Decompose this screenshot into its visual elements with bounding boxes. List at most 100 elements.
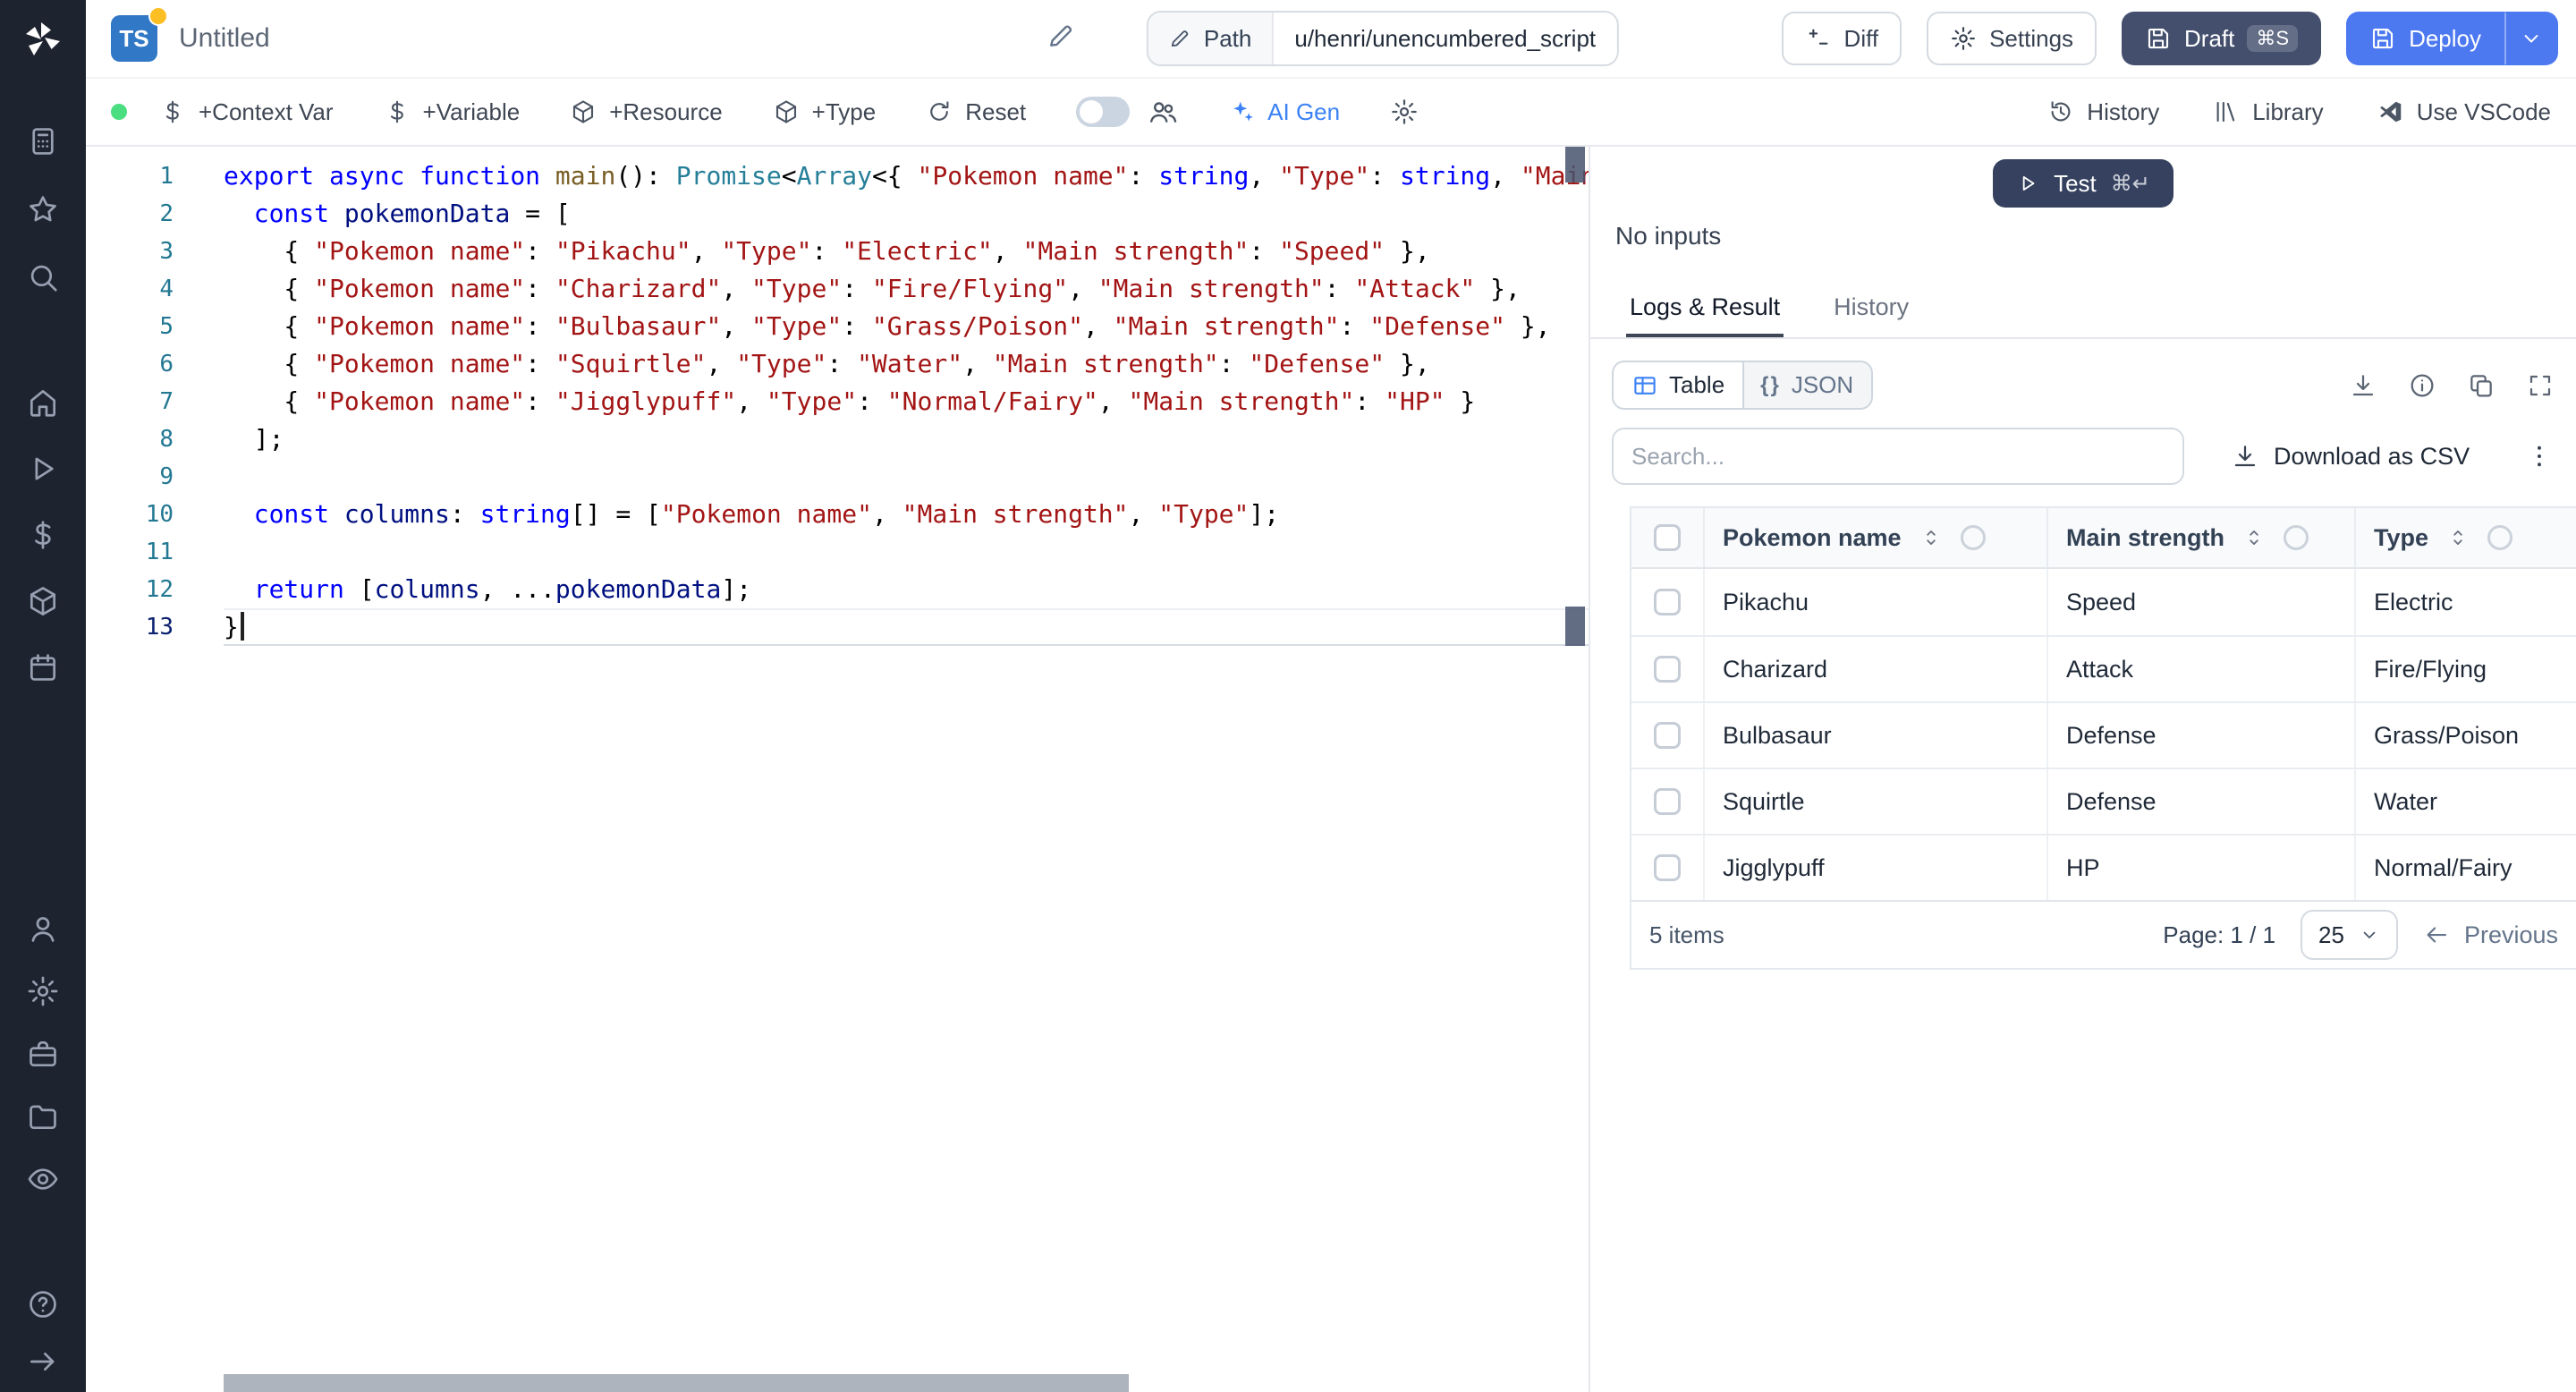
sort-icon[interactable] <box>1919 526 1943 549</box>
add-resource-button[interactable]: +Resource <box>570 98 723 126</box>
code-line[interactable]: 2 const pokemonData = [ <box>86 195 1589 233</box>
result-table: Pokemon name Main strength Type Pikachu Spe… <box>1630 506 2576 970</box>
line-number: 1 <box>159 163 174 190</box>
path-button-label: Path <box>1203 24 1252 52</box>
resources-icon[interactable] <box>23 581 63 621</box>
table-cell: Electric <box>2354 569 2576 635</box>
runs-icon[interactable] <box>23 449 63 488</box>
code-line[interactable]: 7 { "Pokemon name": "Jigglypuff", "Type"… <box>86 383 1589 420</box>
test-button[interactable]: Test ⌘↵ <box>1993 159 2174 208</box>
star-icon[interactable] <box>23 190 63 229</box>
typescript-badge-label: TS <box>119 24 149 52</box>
code-line[interactable]: 6 { "Pokemon name": "Squirtle", "Type": … <box>86 345 1589 383</box>
download-result-button[interactable] <box>2349 371 2377 400</box>
draft-button[interactable]: Draft ⌘S <box>2122 12 2322 65</box>
deploy-dropdown-button[interactable] <box>2504 12 2558 65</box>
editor-horizontal-scrollbar[interactable] <box>86 1374 1589 1392</box>
folders-icon[interactable] <box>23 1097 63 1136</box>
tab-logs-result[interactable]: Logs & Result <box>1626 279 1784 337</box>
column-toggle[interactable] <box>1960 525 1986 550</box>
expand-result-button[interactable] <box>2526 371 2555 400</box>
table-menu-button[interactable] <box>2524 441 2555 471</box>
audit-logs-icon[interactable] <box>23 1159 63 1199</box>
run-panel-header: Test ⌘↵ <box>1590 147 2576 215</box>
add-type-button[interactable]: +Type <box>773 98 876 126</box>
search-icon[interactable] <box>23 258 63 297</box>
reset-button[interactable]: Reset <box>926 98 1026 126</box>
row-checkbox[interactable] <box>1654 854 1681 881</box>
settings-button[interactable]: Settings <box>1927 12 2097 65</box>
column-header[interactable]: Main strength <box>2066 524 2224 552</box>
library-button[interactable]: Library <box>2213 98 2324 126</box>
line-number: 12 <box>145 576 174 603</box>
line-number: 6 <box>159 351 174 378</box>
code-line[interactable]: 5 { "Pokemon name": "Bulbasaur", "Type":… <box>86 308 1589 345</box>
code-line[interactable]: 1 export async function main(): Promise<A… <box>86 157 1589 195</box>
use-vscode-button[interactable]: Use VSCode <box>2377 98 2551 126</box>
table-row[interactable]: Pikachu Speed Electric <box>1631 569 2576 635</box>
calculator-icon[interactable] <box>23 122 63 161</box>
home-icon[interactable] <box>23 383 63 422</box>
workers-icon[interactable] <box>23 1034 63 1074</box>
edit-summary-button[interactable] <box>1043 21 1079 56</box>
add-context-var-button[interactable]: +Context Var <box>159 98 334 126</box>
users-icon[interactable] <box>23 909 63 948</box>
copy-result-button[interactable] <box>2467 371 2496 400</box>
code-line[interactable]: 9 <box>86 458 1589 496</box>
sort-icon[interactable] <box>2242 526 2266 549</box>
cube-icon <box>773 98 800 125</box>
column-toggle[interactable] <box>2284 525 2309 550</box>
column-header[interactable]: Type <box>2374 524 2428 552</box>
table-row[interactable]: Squirtle Defense Water <box>1631 768 2576 834</box>
column-header[interactable]: Pokemon name <box>1723 524 1902 552</box>
table-row[interactable]: Jigglypuff HP Normal/Fairy <box>1631 834 2576 900</box>
multiplayer-toggle[interactable] <box>1076 97 1131 127</box>
deploy-button[interactable]: Deploy <box>2346 12 2504 65</box>
code-line[interactable]: 13} <box>86 608 1589 646</box>
test-label: Test <box>2054 169 2097 197</box>
sort-icon[interactable] <box>2446 526 2470 549</box>
topbar: TS Untitled Path u/henri/unencumbered_sc… <box>86 0 2576 79</box>
path-value[interactable]: u/henri/unencumbered_script <box>1273 25 1617 53</box>
page-size-select[interactable]: 25 <box>2301 910 2398 960</box>
table-row[interactable]: Bulbasaur Defense Grass/Poison <box>1631 701 2576 768</box>
add-variable-button[interactable]: +Variable <box>384 98 520 126</box>
collapse-sidebar-icon[interactable] <box>23 1342 63 1381</box>
help-icon[interactable] <box>23 1285 63 1324</box>
view-table-button[interactable]: Table <box>1614 362 1743 408</box>
play-icon <box>2016 172 2039 195</box>
row-checkbox[interactable] <box>1654 788 1681 815</box>
windmill-logo[interactable] <box>21 18 64 61</box>
tab-history[interactable]: History <box>1830 279 1912 337</box>
schedules-icon[interactable] <box>23 648 63 687</box>
code-line[interactable]: 12 return [columns, ...pokemonData]; <box>86 571 1589 608</box>
code-editor[interactable]: 1 export async function main(): Promise<A… <box>86 147 1589 1392</box>
column-toggle[interactable] <box>2487 525 2513 550</box>
table-row[interactable]: Charizard Attack Fire/Flying <box>1631 635 2576 701</box>
settings-icon[interactable] <box>23 972 63 1011</box>
code-line[interactable]: 11 <box>86 533 1589 571</box>
row-checkbox[interactable] <box>1654 589 1681 615</box>
code-line[interactable]: 10 const columns: string[] = ["Pokemon n… <box>86 496 1589 533</box>
download-csv-button[interactable]: Download as CSV <box>2231 442 2470 471</box>
row-checkbox[interactable] <box>1654 656 1681 683</box>
chevron-down-icon <box>2359 924 2380 946</box>
toolbar-right-items: History Library Use VSCode <box>2047 98 2551 126</box>
variables-icon[interactable] <box>23 515 63 555</box>
path-button[interactable]: Path <box>1148 13 1274 64</box>
view-toggle: Table {} JSON <box>1612 361 1874 410</box>
code-line[interactable]: 4 { "Pokemon name": "Charizard", "Type":… <box>86 270 1589 308</box>
scrollbar-thumb[interactable] <box>224 1374 1129 1392</box>
view-json-button[interactable]: {} JSON <box>1742 362 1871 408</box>
previous-page-button[interactable]: Previous <box>2423 921 2558 949</box>
history-button[interactable]: History <box>2047 98 2159 126</box>
info-button[interactable] <box>2408 371 2436 400</box>
code-line[interactable]: 3 { "Pokemon name": "Pikachu", "Type": "… <box>86 233 1589 270</box>
diff-button[interactable]: Diff <box>1781 12 1902 65</box>
select-all-checkbox[interactable] <box>1654 524 1681 551</box>
code-line[interactable]: 8 ]; <box>86 420 1589 458</box>
ai-gen-button[interactable]: AI Gen <box>1228 98 1340 126</box>
table-search-input[interactable] <box>1612 428 2184 485</box>
row-checkbox[interactable] <box>1654 722 1681 749</box>
editor-settings-button[interactable] <box>1390 98 1419 126</box>
